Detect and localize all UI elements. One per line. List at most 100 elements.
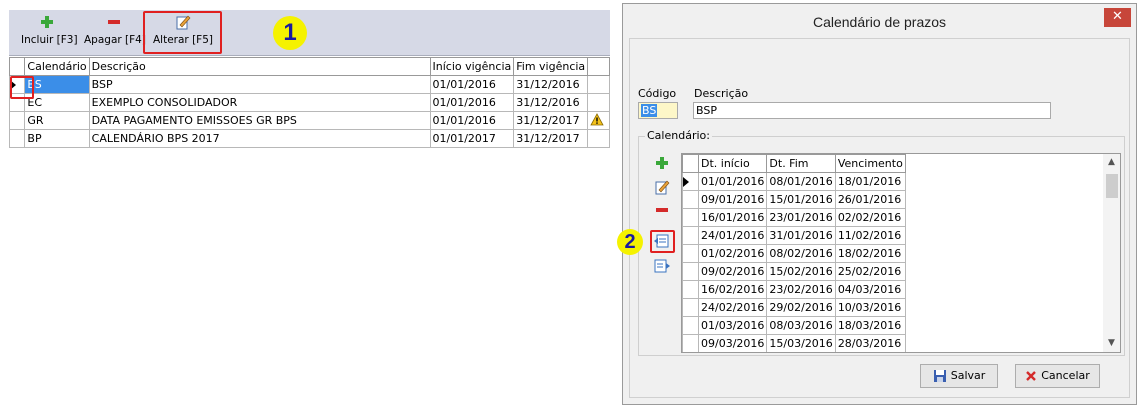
cell-vencimento[interactable]: 26/01/2016: [834, 190, 906, 209]
cell-dt-inicio[interactable]: 01/03/2016: [697, 316, 768, 335]
dialog-body: Código Descrição BS BSP Calendário: Dt. …: [617, 38, 1130, 398]
table-row[interactable]: 09/02/2016 15/02/2016 25/02/2016: [682, 262, 906, 281]
table-row[interactable]: 01/02/2016 08/02/2016 18/02/2016: [682, 244, 906, 263]
cell-vencimento[interactable]: 02/02/2016: [834, 208, 906, 227]
table-row[interactable]: 01/03/2016 08/03/2016 18/03/2016: [682, 316, 906, 335]
scroll-down-icon[interactable]: ▼: [1103, 335, 1120, 352]
cell-code[interactable]: BP: [24, 129, 90, 148]
cell-start[interactable]: 01/01/2016: [429, 93, 515, 112]
incluir-button[interactable]: Incluir [F3]: [21, 13, 78, 53]
edit-icon[interactable]: [653, 178, 671, 196]
col-inicio[interactable]: Início vigência: [429, 57, 515, 76]
cell-dt-fim[interactable]: 15/02/2016: [766, 262, 836, 281]
cell-vencimento[interactable]: 18/01/2016: [834, 172, 906, 191]
cell-dt-fim[interactable]: 23/01/2016: [766, 208, 836, 227]
cell-end[interactable]: 31/12/2016: [513, 75, 589, 94]
codigo-field[interactable]: BS: [638, 102, 678, 119]
scroll-up-icon[interactable]: ▲: [1103, 154, 1120, 171]
table-row[interactable]: 01/01/2016 08/01/2016 18/01/2016: [682, 172, 906, 191]
row-indicator: [682, 226, 699, 245]
cell-desc[interactable]: DATA PAGAMENTO EMISSOES GR BPS: [88, 111, 431, 130]
cell-vencimento[interactable]: 04/03/2016: [834, 280, 906, 299]
add-icon[interactable]: [653, 154, 671, 172]
table-header: Calendário Descrição Início vigência Fim…: [8, 57, 610, 76]
apagar-button[interactable]: Apagar [F4]: [84, 13, 146, 53]
cell-vencimento[interactable]: 25/02/2016: [834, 262, 906, 281]
cell-code[interactable]: GR: [24, 111, 90, 130]
row-indicator: [682, 244, 699, 263]
cell-end[interactable]: 31/12/2016: [513, 93, 589, 112]
delete-icon[interactable]: [653, 201, 671, 219]
cell-dt-inicio[interactable]: 01/02/2016: [697, 244, 768, 263]
cell-vencimento[interactable]: 18/03/2016: [834, 316, 906, 335]
cell-dt-fim[interactable]: 08/02/2016: [766, 244, 836, 263]
row-indicator: [682, 208, 699, 227]
cancelar-button[interactable]: Cancelar: [1015, 364, 1100, 388]
row-indicator-header: [682, 154, 699, 173]
cell-dt-inicio[interactable]: 16/02/2016: [697, 280, 768, 299]
col-descricao[interactable]: Descrição: [88, 57, 431, 76]
cell-dt-inicio[interactable]: 16/01/2016: [697, 208, 768, 227]
cell-desc[interactable]: CALENDÁRIO BPS 2017: [88, 129, 431, 148]
table-row[interactable]: BS BSP 01/01/2016 31/12/2016: [8, 75, 610, 94]
cell-dt-inicio[interactable]: 09/01/2016: [697, 190, 768, 209]
cell-desc[interactable]: BSP: [88, 75, 431, 94]
table-row[interactable]: GR DATA PAGAMENTO EMISSOES GR BPS 01/01/…: [8, 111, 610, 130]
table-row[interactable]: EC EXEMPLO CONSOLIDADOR 01/01/2016 31/12…: [8, 93, 610, 112]
table-row[interactable]: 09/03/2016 15/03/2016 28/03/2016: [682, 334, 906, 352]
generate-dates-highlight-box: [650, 230, 675, 253]
cell-end[interactable]: 31/12/2017: [513, 129, 589, 148]
cell-vencimento[interactable]: 18/02/2016: [834, 244, 906, 263]
col-calendario[interactable]: Calendário: [24, 57, 90, 76]
table-row[interactable]: 09/01/2016 15/01/2016 26/01/2016: [682, 190, 906, 209]
cell-code[interactable]: EC: [24, 93, 90, 112]
cell-dt-inicio[interactable]: 24/02/2016: [697, 298, 768, 317]
calendario-group: Calendário: Dt. início Dt. Fim Venciment…: [638, 129, 1125, 356]
cell-dt-inicio[interactable]: 09/02/2016: [697, 262, 768, 281]
col-fim[interactable]: Fim vigência: [513, 57, 589, 76]
descricao-field[interactable]: BSP: [693, 102, 1051, 119]
cell-dt-fim[interactable]: 15/03/2016: [766, 334, 836, 352]
cell-desc[interactable]: EXEMPLO CONSOLIDADOR: [88, 93, 431, 112]
cell-code[interactable]: BS: [24, 75, 90, 94]
cell-dt-fim[interactable]: 29/02/2016: [766, 298, 836, 317]
col-dt-inicio[interactable]: Dt. início: [697, 154, 768, 173]
cell-dt-inicio[interactable]: 01/01/2016: [697, 172, 768, 191]
step-badge-1: 1: [273, 16, 307, 50]
scroll-thumb[interactable]: [1106, 174, 1118, 198]
table-row[interactable]: 24/02/2016 29/02/2016 10/03/2016: [682, 298, 906, 317]
cell-dt-inicio[interactable]: 24/01/2016: [697, 226, 768, 245]
table-row[interactable]: BP CALENDÁRIO BPS 2017 01/01/2017 31/12/…: [8, 129, 610, 148]
salvar-label: Salvar: [950, 369, 986, 382]
prazos-table: Dt. início Dt. Fim Vencimento 01/01/2016…: [681, 153, 1121, 353]
cell-dt-fim[interactable]: 08/03/2016: [766, 316, 836, 335]
row-indicator: [8, 111, 26, 130]
cell-dt-fim[interactable]: 08/01/2016: [766, 172, 836, 191]
cell-dt-fim[interactable]: 15/01/2016: [766, 190, 836, 209]
cell-dt-fim[interactable]: 31/01/2016: [766, 226, 836, 245]
cell-start[interactable]: 01/01/2016: [429, 111, 515, 130]
save-icon: [933, 370, 946, 382]
warning-icon: [590, 112, 604, 125]
col-dt-fim[interactable]: Dt. Fim: [766, 154, 836, 173]
close-button[interactable]: ✕: [1104, 8, 1131, 27]
cell-start[interactable]: 01/01/2017: [429, 129, 515, 148]
cell-dt-fim[interactable]: 23/02/2016: [766, 280, 836, 299]
cell-dt-inicio[interactable]: 09/03/2016: [697, 334, 768, 352]
cell-vencimento[interactable]: 28/03/2016: [834, 334, 906, 352]
table-row[interactable]: 24/01/2016 31/01/2016 11/02/2016: [682, 226, 906, 245]
cell-vencimento[interactable]: 11/02/2016: [834, 226, 906, 245]
table-row[interactable]: 16/01/2016 23/01/2016 02/02/2016: [682, 208, 906, 227]
cell-extra: [587, 129, 610, 148]
salvar-button[interactable]: Salvar: [920, 364, 998, 388]
cell-end[interactable]: 31/12/2017: [513, 111, 589, 130]
table-row[interactable]: 16/02/2016 23/02/2016 04/03/2016: [682, 280, 906, 299]
row-indicator: [682, 334, 699, 352]
cell-start[interactable]: 01/01/2016: [429, 75, 515, 94]
vertical-scrollbar[interactable]: ▲ ▼: [1103, 154, 1120, 352]
cell-vencimento[interactable]: 10/03/2016: [834, 298, 906, 317]
export-icon[interactable]: [653, 257, 671, 275]
step-badge-2: 2: [617, 229, 643, 255]
col-vencimento[interactable]: Vencimento: [834, 154, 906, 173]
row-indicator: [682, 316, 699, 335]
